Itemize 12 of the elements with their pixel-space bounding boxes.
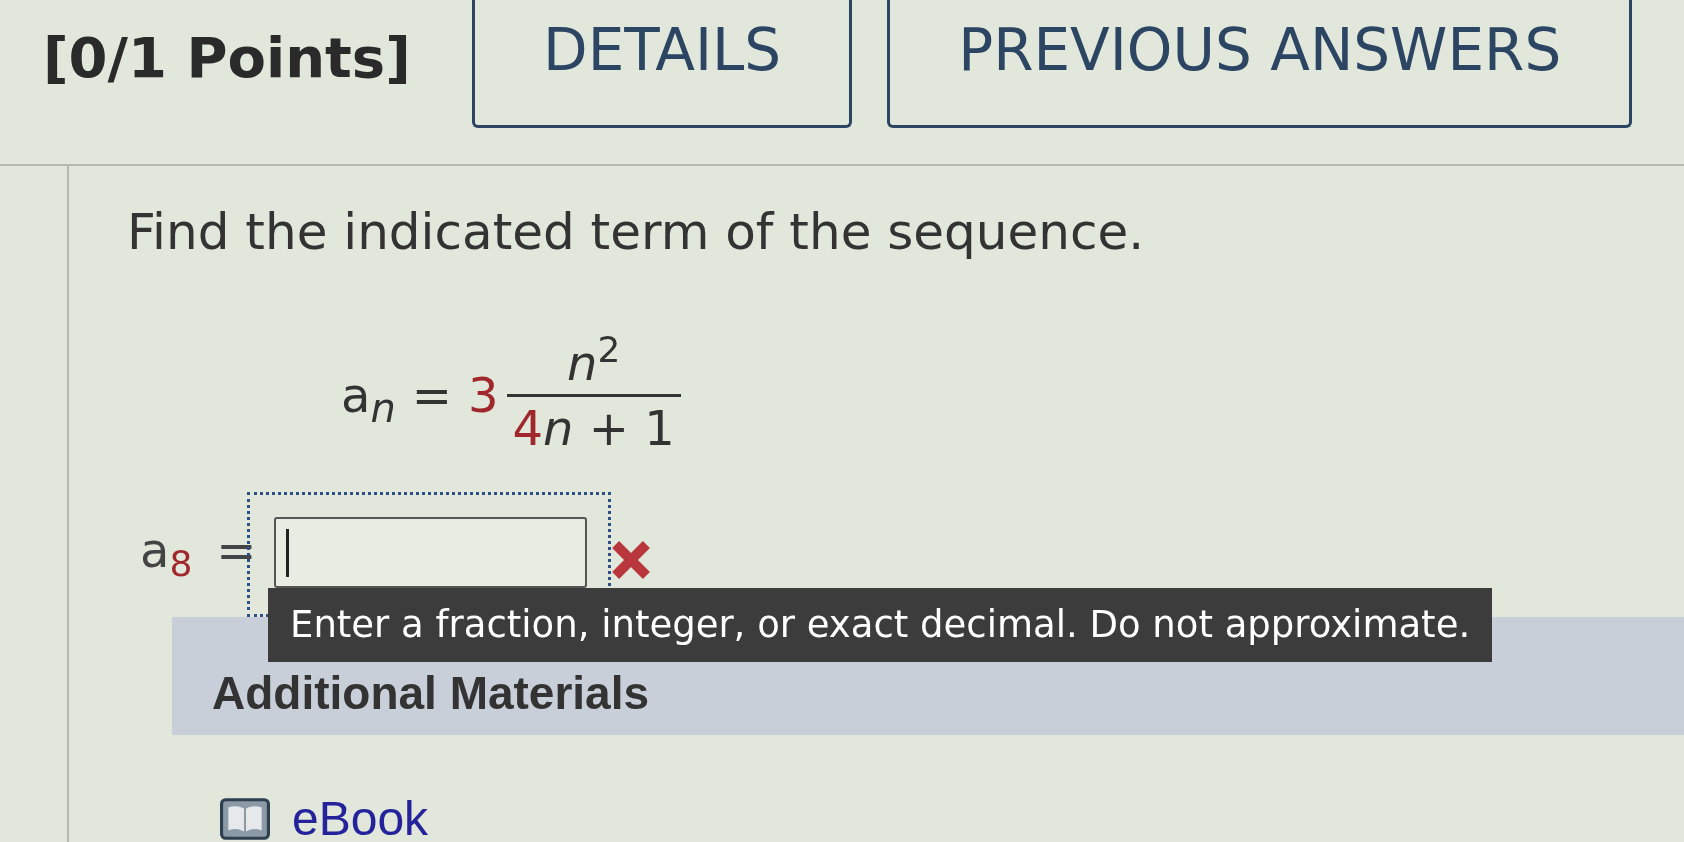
hint-tooltip: Enter a fraction, integer, or exact decimal. Do not approximate. xyxy=(268,588,1493,662)
sequence-formula: a$_{n}$ = 3 n$^{2}$ 4n + 1 xyxy=(341,331,681,459)
details-button[interactable]: DETAILS xyxy=(472,0,853,128)
additional-materials-heading: Additional Materials xyxy=(212,667,651,719)
answer-input[interactable] xyxy=(273,517,587,588)
text-cursor-icon xyxy=(285,529,289,577)
answer-label: a$_{8}$ = xyxy=(140,522,257,578)
book-icon xyxy=(220,798,270,840)
question-prompt: Find the indicated term of the sequence. xyxy=(127,202,1145,262)
previous-answers-button[interactable]: PREVIOUS ANSWERS xyxy=(887,0,1633,128)
ebook-link[interactable]: eBook xyxy=(220,797,429,841)
score-label: [0/1 Points] xyxy=(43,25,411,90)
